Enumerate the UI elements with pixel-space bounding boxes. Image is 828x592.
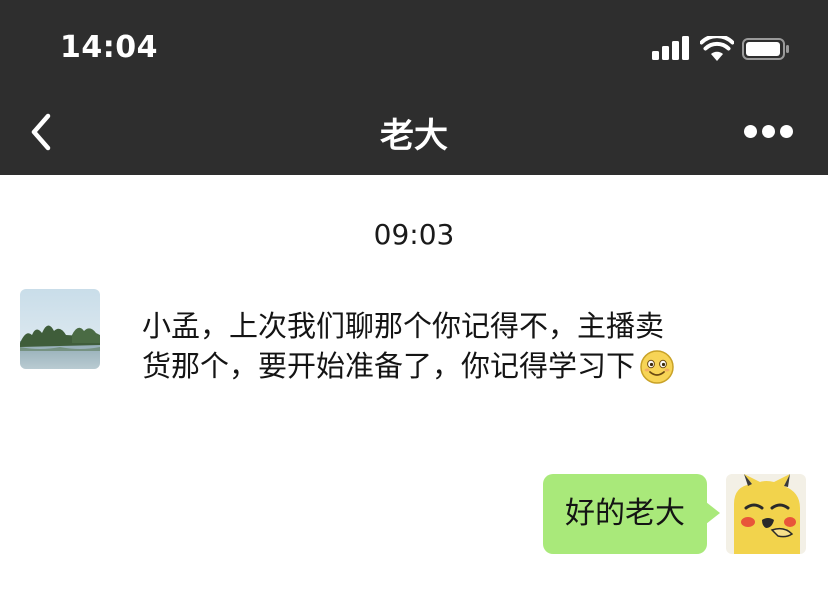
status-time: 14:04: [60, 30, 158, 65]
more-options-button[interactable]: [744, 118, 793, 146]
cellular-signal-icon: [652, 36, 692, 62]
received-message-bubble[interactable]: 小孟，上次我们聊那个你记得不，主播卖货那个，要开始准备了，你记得学习下: [124, 292, 704, 386]
message-text: 好的老大: [565, 496, 685, 531]
chat-title: 老大: [380, 116, 448, 156]
contact-avatar[interactable]: [20, 289, 100, 369]
battery-icon: [742, 38, 789, 60]
user-avatar[interactable]: [726, 474, 806, 554]
bubble-tail: [706, 502, 720, 524]
smile-emoji-icon: [640, 350, 674, 384]
wifi-icon: [700, 36, 734, 61]
more-horizontal-icon: [744, 125, 757, 138]
message-text: 小孟，上次我们聊那个你记得不，主播卖货那个，要开始准备了，你记得学习下: [142, 309, 665, 383]
top-bar: 14:04 老大: [0, 0, 828, 175]
message-timestamp: 09:03: [373, 218, 455, 251]
status-icons: [652, 36, 792, 62]
sent-message-bubble[interactable]: 好的老大: [543, 474, 707, 554]
